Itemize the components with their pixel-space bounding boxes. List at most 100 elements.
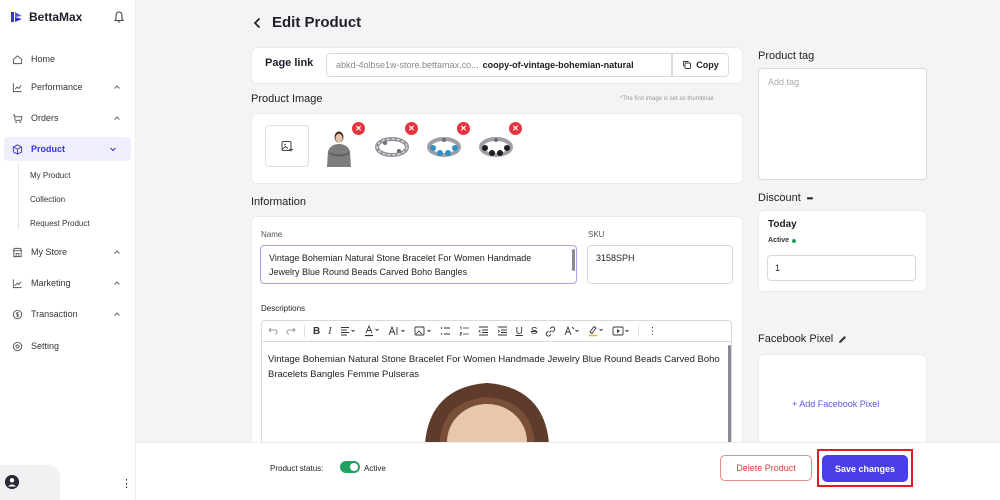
description-model-image bbox=[425, 382, 549, 443]
sidebar-item-label: My Store bbox=[31, 247, 68, 257]
copy-button[interactable]: Copy bbox=[672, 53, 729, 77]
back-arrow-icon[interactable] bbox=[252, 17, 262, 29]
page-link-slug: coopy-of-vintage-bohemian-natural bbox=[482, 60, 634, 70]
sidebar-item-label: Product bbox=[31, 144, 66, 154]
chevron-up-icon bbox=[114, 250, 120, 254]
chart-icon bbox=[12, 82, 22, 92]
chevron-down-icon bbox=[110, 147, 116, 152]
sidebar-subitem-my-product[interactable]: My Product bbox=[30, 171, 70, 180]
sidebar-item-product[interactable]: Product bbox=[4, 137, 131, 161]
sidebar-item-orders[interactable]: Orders bbox=[0, 106, 135, 130]
sidebar-subitem-collection[interactable]: Collection bbox=[30, 195, 65, 204]
discount-more-icon[interactable]: ••• bbox=[807, 194, 813, 203]
remove-image-3-icon[interactable]: ✕ bbox=[457, 122, 470, 135]
brand[interactable]: BettaMax bbox=[10, 10, 82, 24]
save-changes-button[interactable]: Save changes bbox=[822, 455, 908, 482]
page-link-field[interactable]: abkd-4olbse1w-store.bettamax.co... coopy… bbox=[326, 53, 672, 77]
delete-product-button[interactable]: Delete Product bbox=[720, 455, 812, 481]
numbered-list-icon[interactable] bbox=[458, 324, 470, 338]
add-facebook-pixel-link[interactable]: + Add Facebook Pixel bbox=[792, 399, 879, 409]
remove-image-1-icon[interactable]: ✕ bbox=[352, 122, 365, 135]
page-link-prefix: abkd-4olbse1w-store.bettamax.co... bbox=[336, 60, 479, 70]
text-style-icon[interactable] bbox=[564, 324, 580, 338]
name-input[interactable]: Vintage Bohemian Natural Stone Bracelet … bbox=[260, 245, 577, 284]
highlight-icon[interactable] bbox=[588, 324, 604, 338]
sidebar-item-home[interactable]: Home bbox=[0, 47, 135, 71]
sidebar-item-performance[interactable]: Performance bbox=[0, 75, 135, 99]
facebook-pixel-header: Facebook Pixel bbox=[758, 333, 847, 345]
sku-input[interactable]: 3158SPH bbox=[587, 245, 733, 284]
description-editor[interactable]: Vintage Bohemian Natural Stone Bracelet … bbox=[261, 342, 732, 444]
link-icon[interactable] bbox=[545, 324, 556, 338]
trend-icon bbox=[12, 278, 22, 288]
chevron-up-icon bbox=[114, 116, 120, 120]
chevron-up-icon bbox=[114, 312, 120, 316]
image-dropdown-icon[interactable] bbox=[414, 324, 432, 338]
bullet-list-icon[interactable] bbox=[440, 324, 451, 338]
pencil-icon[interactable] bbox=[838, 335, 847, 344]
cart-icon bbox=[12, 113, 23, 123]
facebook-pixel-label: Facebook Pixel bbox=[758, 333, 834, 345]
align-dropdown-icon[interactable] bbox=[340, 324, 356, 338]
home-icon bbox=[12, 54, 23, 64]
status-dot-icon bbox=[792, 238, 797, 243]
brand-name: BettaMax bbox=[29, 10, 83, 24]
font-size-icon[interactable] bbox=[388, 324, 406, 338]
editor-scrollbar[interactable] bbox=[728, 345, 731, 444]
sidebar-item-label: Orders bbox=[31, 113, 59, 123]
outdent-icon[interactable] bbox=[477, 324, 489, 338]
editor-toolbar: B I U S ⋮ bbox=[261, 320, 732, 342]
sidebar-item-marketing[interactable]: Marketing bbox=[0, 271, 135, 295]
copy-icon bbox=[683, 61, 692, 69]
upload-image-button[interactable] bbox=[265, 125, 309, 167]
sidebar-item-transaction[interactable]: Transaction bbox=[0, 302, 135, 326]
underline-icon[interactable]: U bbox=[516, 324, 523, 338]
product-status-toggle[interactable] bbox=[340, 461, 360, 473]
user-avatar-icon[interactable] bbox=[5, 475, 19, 489]
box-icon bbox=[12, 143, 23, 155]
product-status-value: Active bbox=[364, 464, 386, 473]
page-title: Edit Product bbox=[272, 14, 362, 31]
toolbar-divider bbox=[304, 325, 305, 337]
undo-icon[interactable] bbox=[268, 324, 278, 338]
information-label: Information bbox=[251, 196, 307, 208]
toolbar-divider bbox=[638, 325, 640, 337]
indent-icon[interactable] bbox=[497, 324, 508, 338]
bold-icon[interactable]: B bbox=[313, 324, 320, 338]
copy-label: Copy bbox=[696, 60, 719, 70]
more-options-icon[interactable]: ⋮ bbox=[647, 324, 657, 338]
sidebar-item-label: Transaction bbox=[31, 309, 78, 319]
bettamax-logo-icon bbox=[11, 12, 22, 22]
submenu-line bbox=[18, 164, 19, 230]
font-color-icon[interactable] bbox=[364, 324, 380, 338]
sidebar-item-label: Home bbox=[31, 54, 56, 64]
sku-label: SKU bbox=[588, 230, 605, 239]
chevron-up-icon bbox=[114, 281, 120, 285]
more-vertical-icon[interactable]: ⋮ bbox=[121, 477, 132, 490]
product-tag-input[interactable]: Add tag bbox=[758, 68, 927, 180]
media-icon[interactable] bbox=[612, 324, 630, 338]
sidebar-subitem-request-product[interactable]: Request Product bbox=[30, 219, 90, 228]
remove-image-4-icon[interactable]: ✕ bbox=[509, 122, 522, 135]
bell-icon[interactable] bbox=[112, 10, 126, 24]
discount-status-label: Active bbox=[768, 237, 790, 244]
page-header: Edit Product bbox=[252, 14, 361, 31]
sidebar-item-my-store[interactable]: My Store bbox=[0, 240, 135, 264]
dollar-icon bbox=[12, 309, 23, 319]
discount-header: Discount ••• bbox=[758, 192, 813, 204]
product-status-label: Product status: bbox=[270, 464, 324, 473]
product-tag-label: Product tag bbox=[758, 50, 815, 62]
italic-icon[interactable]: I bbox=[328, 324, 331, 338]
strikethrough-icon[interactable]: S bbox=[531, 324, 538, 338]
sidebar: BettaMax Home Performance Orders Product… bbox=[0, 0, 136, 500]
remove-image-2-icon[interactable]: ✕ bbox=[405, 122, 418, 135]
description-text: Vintage Bohemian Natural Stone Bracelet … bbox=[268, 354, 720, 380]
name-scrollbar[interactable] bbox=[572, 249, 575, 271]
gear-icon bbox=[12, 341, 23, 351]
redo-icon[interactable] bbox=[286, 324, 296, 338]
discount-value-input[interactable]: 1 bbox=[767, 255, 916, 281]
sidebar-item-setting[interactable]: Setting bbox=[0, 334, 135, 358]
sidebar-item-label: Marketing bbox=[31, 278, 71, 288]
image-add-icon bbox=[281, 141, 293, 152]
name-label: Name bbox=[261, 230, 283, 239]
